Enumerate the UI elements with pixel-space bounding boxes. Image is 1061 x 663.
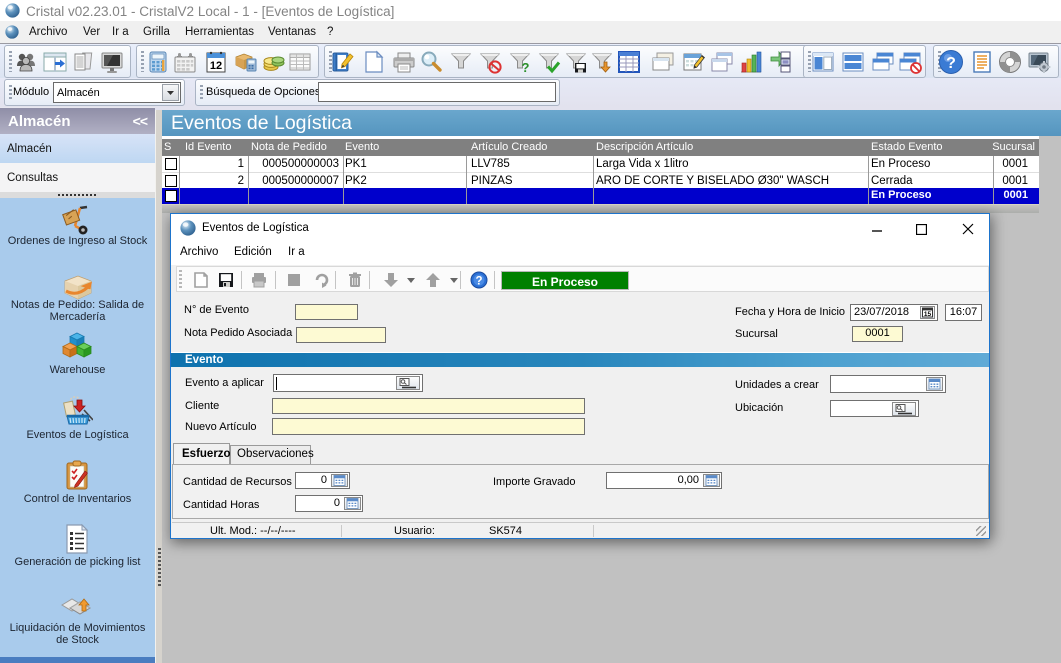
svg-text:?: ?: [522, 60, 530, 74]
svg-text:15: 15: [924, 311, 932, 318]
svg-text:?: ?: [475, 276, 482, 288]
svg-text:?: ?: [946, 55, 956, 72]
svg-text:12: 12: [210, 60, 222, 72]
